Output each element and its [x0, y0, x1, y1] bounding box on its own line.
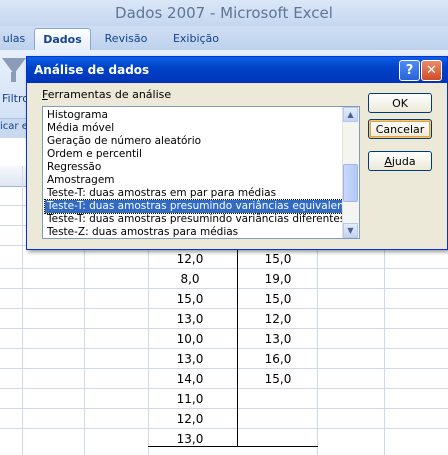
cell[interactable]: 8,0 — [155, 272, 225, 286]
cell[interactable]: 13,0 — [155, 312, 225, 326]
cell[interactable]: 13,0 — [243, 332, 313, 346]
tools-listbox[interactable]: Histograma Média móvel Geração de número… — [42, 106, 360, 239]
list-item[interactable]: Teste-Z: duas amostras para médias — [45, 226, 345, 238]
tab-revisao[interactable]: Revisão — [97, 28, 155, 50]
grid-line — [22, 166, 23, 455]
grid-line — [0, 408, 448, 409]
cell[interactable]: 15,0 — [243, 372, 313, 386]
cell[interactable]: 15,0 — [243, 292, 313, 306]
grid-line — [0, 268, 448, 269]
list-item[interactable]: Teste-T: duas amostras presumindo variân… — [45, 213, 345, 226]
cell[interactable]: 13,0 — [155, 352, 225, 366]
grid-line — [0, 328, 448, 329]
listbox-scrollbar[interactable]: ▲ ▼ — [342, 107, 359, 238]
window-title: Dados 2007 - Microsoft Excel — [0, 0, 448, 26]
grid-line — [0, 288, 448, 289]
ok-button[interactable]: OK — [368, 93, 432, 113]
filter-button-label[interactable]: Filtro — [2, 92, 29, 105]
cell[interactable]: 10,0 — [155, 332, 225, 346]
cell[interactable]: 12,0 — [243, 312, 313, 326]
cell[interactable]: 12,0 — [155, 412, 225, 426]
table-bottom-border — [148, 446, 318, 447]
cancel-button[interactable]: Cancelar — [368, 119, 432, 139]
tab-dados[interactable]: Dados — [34, 28, 91, 51]
scroll-up-icon[interactable]: ▲ — [343, 107, 358, 122]
grid-line — [0, 348, 448, 349]
help-button-text: juda — [391, 155, 416, 168]
tools-list-label-text: erramentas de análise — [47, 88, 172, 101]
cell[interactable]: 11,0 — [155, 392, 225, 406]
list-item[interactable]: Média móvel — [45, 122, 345, 135]
help-button[interactable]: Ajuda — [368, 151, 432, 171]
tab-exibicao[interactable]: Exibição — [164, 28, 228, 50]
grid-line — [0, 388, 448, 389]
grid-line — [0, 368, 448, 369]
cell[interactable]: 12,0 — [155, 252, 225, 266]
tools-list-label: Ferramentas de análise — [42, 88, 171, 101]
scroll-down-icon[interactable]: ▼ — [343, 223, 358, 238]
grid-line — [0, 308, 448, 309]
list-item-selected[interactable]: Teste-T: duas amostras presumindo variân… — [44, 199, 359, 214]
cell[interactable]: 16,0 — [243, 352, 313, 366]
tab-formulas[interactable]: ulas — [0, 28, 28, 50]
analysis-dialog: Análise de dados ? ✕ Ferramentas de anál… — [26, 56, 448, 250]
ribbon-tabs: ulas Dados Revisão Exibição — [0, 26, 448, 51]
list-item[interactable]: Regressão — [45, 161, 345, 174]
list-item[interactable]: Histograma — [45, 109, 345, 122]
help-icon[interactable]: ? — [399, 60, 420, 81]
dialog-title-bar[interactable]: Análise de dados ? ✕ — [27, 57, 447, 83]
group-caption: icar e — [0, 121, 28, 132]
list-item[interactable]: Ordem e percentil — [45, 148, 345, 161]
list-item[interactable]: Geração de número aleatório — [45, 135, 345, 148]
list-item[interactable]: Teste-T: duas amostras em par para média… — [45, 187, 345, 200]
funnel-icon-stem — [11, 72, 16, 82]
help-button-accel: A — [384, 155, 392, 168]
list-item[interactable]: Amostragem — [45, 174, 345, 187]
cell[interactable]: 19,0 — [243, 272, 313, 286]
grid-line — [0, 428, 448, 429]
cell[interactable]: 15,0 — [243, 252, 313, 266]
close-icon[interactable]: ✕ — [421, 60, 442, 81]
cell[interactable]: 13,0 — [155, 432, 225, 446]
column-border — [237, 245, 238, 447]
dialog-title: Análise de dados — [34, 63, 150, 77]
cell[interactable]: 15,0 — [155, 292, 225, 306]
cell[interactable]: 14,0 — [155, 372, 225, 386]
scroll-thumb[interactable] — [343, 164, 358, 202]
